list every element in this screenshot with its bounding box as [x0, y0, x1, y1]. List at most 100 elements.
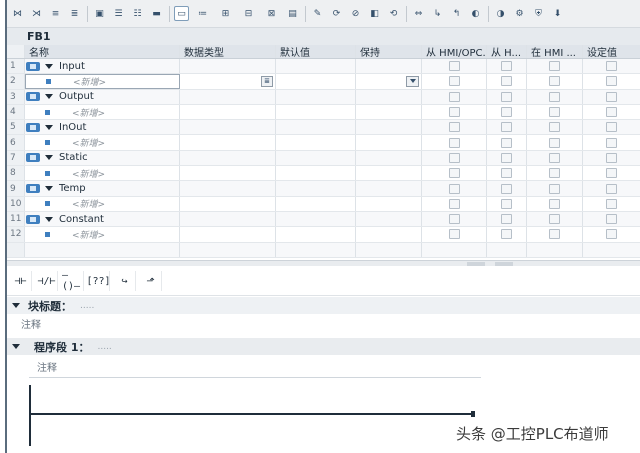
in-hmi-checkbox[interactable] [549, 198, 560, 209]
data-type-cell[interactable]: ≣ [180, 74, 276, 89]
compare-icon[interactable]: ⇔ [411, 6, 426, 21]
from-hmi-opc-checkbox[interactable] [448, 198, 460, 209]
expand-triangle-icon[interactable] [45, 186, 53, 192]
expand-triangle-icon[interactable] [45, 94, 53, 100]
network-comment-box[interactable]: 注释 [29, 355, 481, 378]
retain-dropdown-icon[interactable] [406, 75, 419, 87]
data-type-browse-icon[interactable]: ≣ [261, 75, 273, 87]
data-type-cell[interactable] [180, 150, 276, 166]
next-bookmark-icon[interactable]: ↳ [430, 6, 445, 21]
default-value-cell[interactable] [276, 135, 356, 150]
retain-cell[interactable] [356, 89, 422, 104]
editor-splitter[interactable] [7, 260, 640, 266]
default-value-cell[interactable] [276, 196, 356, 211]
name-cell[interactable]: Temp [25, 181, 180, 196]
col-header-setpoint[interactable]: 设定值 [583, 45, 640, 58]
from-hmi-opc-checkbox[interactable] [448, 183, 460, 194]
name-cell[interactable] [25, 242, 180, 257]
expand-all-icon[interactable]: ☰ [111, 6, 126, 21]
from-h-checkbox[interactable] [501, 183, 512, 194]
symbol-list-icon[interactable]: ⊠ [262, 6, 281, 21]
from-hmi-opc-checkbox[interactable] [448, 107, 460, 118]
add-new-placeholder[interactable]: <新增> [72, 106, 105, 119]
from-h-checkbox[interactable] [501, 198, 512, 209]
data-type-cell[interactable] [180, 181, 276, 196]
default-value-cell[interactable] [276, 120, 356, 135]
in-hmi-checkbox[interactable] [549, 229, 560, 240]
in-hmi-checkbox[interactable] [549, 168, 560, 179]
col-header-default-value[interactable]: 默认值 [276, 45, 356, 58]
prev-bookmark-icon[interactable]: ↰ [449, 6, 464, 21]
col-header-in-hmi[interactable]: 在 HMI ... [527, 45, 583, 58]
network-title-placeholder[interactable]: ..... [97, 342, 111, 352]
setpoint-checkbox[interactable] [606, 91, 617, 102]
add-row-icon[interactable]: ≣ [67, 6, 82, 21]
col-header-from-h[interactable]: 从 H... [487, 45, 527, 58]
retain-cell[interactable] [356, 150, 422, 166]
name-cell[interactable]: Input [25, 59, 180, 74]
table-row[interactable] [7, 242, 640, 258]
from-hmi-opc-checkbox[interactable] [448, 214, 460, 225]
network-header[interactable]: 程序段 1： ..... [7, 338, 640, 355]
retain-cell[interactable] [356, 104, 422, 120]
setpoint-checkbox[interactable] [606, 107, 617, 118]
splitter-grip-down[interactable] [495, 262, 513, 266]
col-header-name[interactable]: 名称 [25, 45, 180, 58]
delete-network-icon[interactable]: ⋊ [29, 6, 44, 21]
open-branch-icon[interactable]: ↪ [114, 271, 136, 291]
network-comment-icon[interactable]: ▤ [285, 6, 300, 21]
absolute-operand-icon[interactable]: ≔ [193, 6, 212, 21]
data-type-cell[interactable] [180, 166, 276, 181]
from-h-checkbox[interactable] [501, 107, 512, 118]
name-cell[interactable]: <新增> [25, 104, 180, 120]
col-header-data-type[interactable]: 数据类型 [180, 45, 276, 58]
no-contact-icon[interactable]: ⊣⊢ [10, 271, 32, 291]
default-value-cell[interactable] [276, 227, 356, 242]
data-type-cell[interactable] [180, 211, 276, 227]
setpoint-checkbox[interactable] [606, 122, 617, 133]
insert-row-icon[interactable]: ≡ [48, 6, 63, 21]
table-row[interactable]: 2 <新增> ≣ [7, 74, 640, 90]
from-h-checkbox[interactable] [501, 122, 512, 133]
block-title-header[interactable]: 块标题： ..... [7, 297, 640, 314]
retain-cell[interactable] [356, 166, 422, 181]
comment-icon[interactable]: ▭ [174, 6, 189, 21]
in-hmi-checkbox[interactable] [549, 61, 560, 72]
table-row[interactable]: 11 Constant [7, 211, 640, 228]
in-hmi-checkbox[interactable] [549, 183, 560, 194]
table-row[interactable]: 5 InOut [7, 120, 640, 136]
in-hmi-checkbox[interactable] [549, 152, 560, 163]
table-row[interactable]: 12 <新增> [7, 227, 640, 243]
block-comment[interactable]: 注释 [21, 316, 41, 331]
setpoint-checkbox[interactable] [606, 183, 617, 194]
default-value-cell[interactable] [276, 104, 356, 120]
from-hmi-opc-checkbox[interactable] [448, 152, 460, 163]
table-row[interactable]: 8 <新增> [7, 166, 640, 182]
from-hmi-opc-checkbox[interactable] [448, 137, 460, 148]
retain-cell[interactable] [356, 59, 422, 74]
monitor-icon[interactable]: ◧ [367, 6, 382, 21]
close-branch-icon[interactable]: ⬏ [140, 271, 162, 291]
retain-cell[interactable] [356, 242, 422, 257]
block-title-placeholder[interactable]: ..... [80, 301, 94, 311]
empty-box-icon[interactable]: [??] [86, 271, 111, 291]
expand-triangle-icon[interactable] [45, 216, 53, 222]
table-row[interactable]: 6 <新增> [7, 135, 640, 151]
symbol-icon[interactable]: ⊞ [216, 6, 235, 21]
from-hmi-opc-checkbox[interactable] [448, 168, 460, 179]
setpoint-checkbox[interactable] [606, 61, 617, 72]
collapse-triangle-icon[interactable] [12, 344, 20, 349]
from-hmi-opc-checkbox[interactable] [448, 61, 460, 72]
from-h-checkbox[interactable] [501, 168, 512, 179]
go-online-icon[interactable]: ⟳ [329, 6, 344, 21]
collapse-triangle-icon[interactable] [12, 303, 20, 308]
name-cell[interactable]: <新增> [25, 227, 180, 242]
data-type-cell[interactable] [180, 242, 276, 257]
retain-cell[interactable] [356, 227, 422, 242]
default-value-cell[interactable] [276, 74, 356, 89]
data-type-cell[interactable] [180, 227, 276, 242]
data-type-cell[interactable] [180, 104, 276, 120]
col-header-retain[interactable]: 保持 [356, 45, 422, 58]
default-value-cell[interactable] [276, 242, 356, 257]
retain-cell[interactable] [356, 211, 422, 227]
